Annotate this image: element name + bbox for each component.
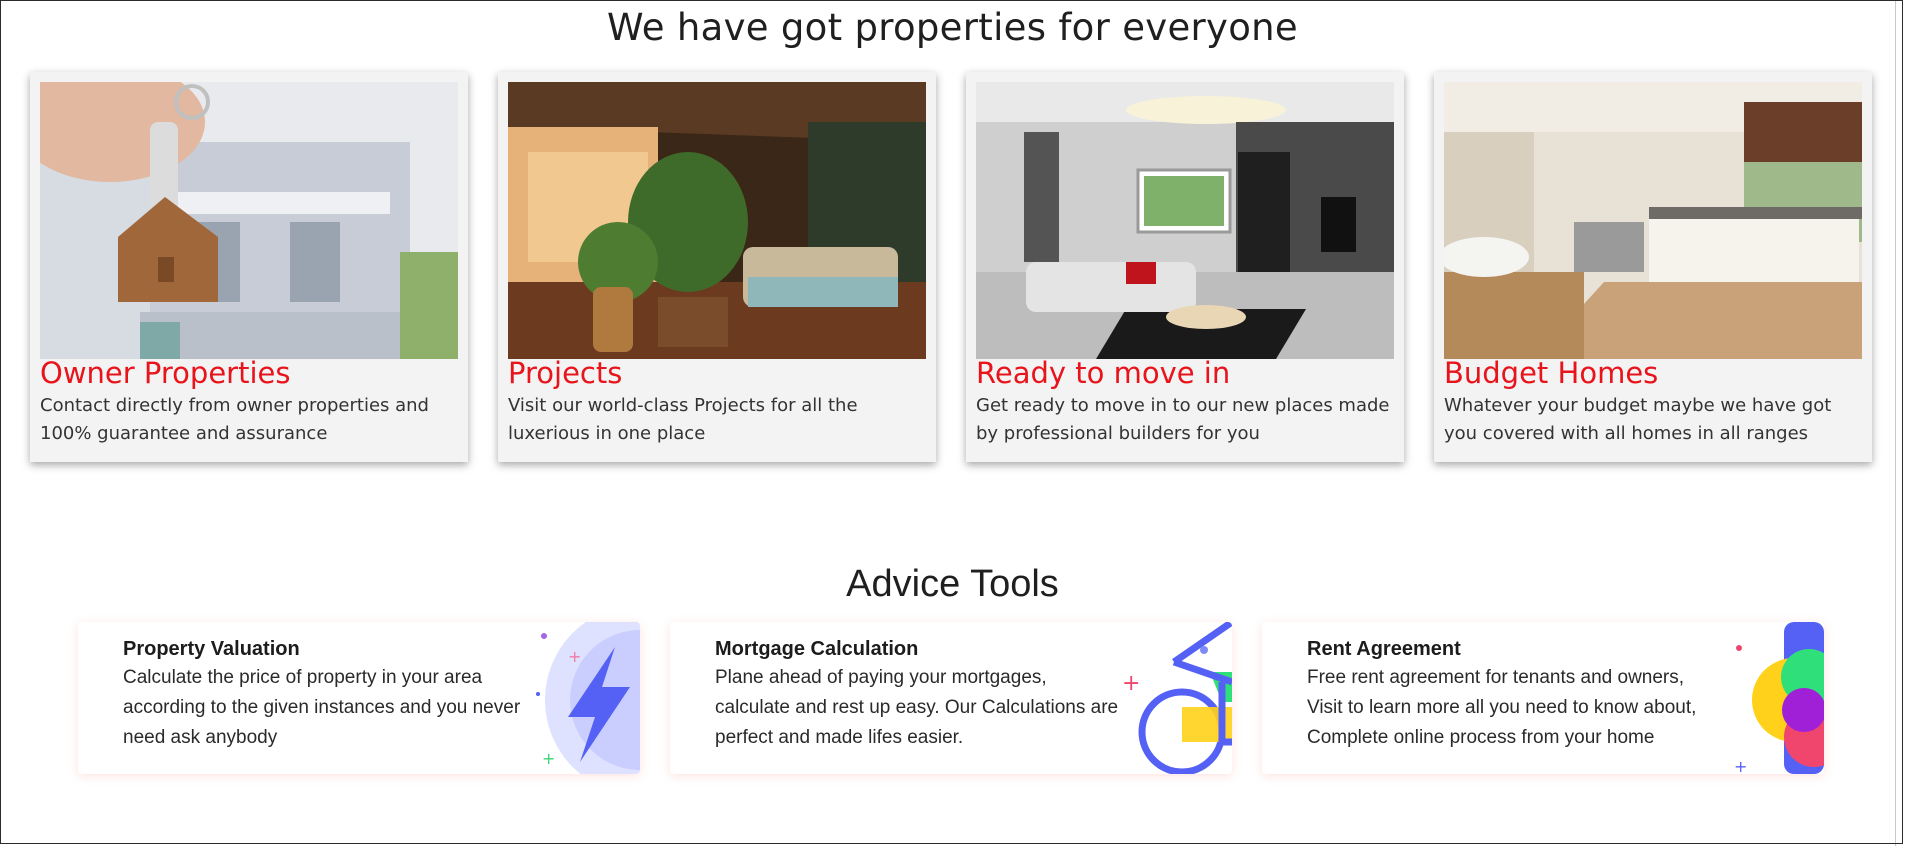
properties-section-title: We have got properties for everyone bbox=[607, 6, 1298, 49]
projects-image bbox=[508, 82, 926, 359]
property-card-owner[interactable]: Owner Properties Contact directly from o… bbox=[30, 72, 468, 462]
owner-properties-image bbox=[40, 82, 458, 359]
property-card-title: Projects bbox=[508, 356, 623, 390]
property-card-description: Whatever your budget maybe we have got y… bbox=[1444, 395, 1832, 444]
property-card-projects[interactable]: Projects Visit our world-class Projects … bbox=[498, 72, 936, 462]
svg-text:+: + bbox=[568, 647, 581, 666]
tool-card-rent-agreement[interactable]: Rent Agreement Free rent agreement for t… bbox=[1262, 622, 1824, 774]
svg-text:+: + bbox=[1734, 757, 1747, 774]
lightning-icon: + + bbox=[530, 622, 640, 774]
property-card-description: Visit our world-class Projects for all t… bbox=[508, 395, 858, 444]
bicycle-icon: + bbox=[1122, 622, 1232, 774]
tool-card-description: Free rent agreement for tenants and owne… bbox=[1307, 667, 1697, 748]
svg-text:+: + bbox=[1122, 671, 1140, 696]
tool-card-title: Property Valuation bbox=[123, 638, 300, 660]
tool-card-property-valuation[interactable]: Property Valuation Calculate the price o… bbox=[78, 622, 640, 774]
property-card-title: Budget Homes bbox=[1444, 356, 1659, 390]
property-card-budget[interactable]: Budget Homes Whatever your budget maybe … bbox=[1434, 72, 1872, 462]
ready-to-move-image bbox=[976, 82, 1394, 359]
advice-section-title: Advice Tools bbox=[846, 563, 1059, 605]
tool-card-mortgage-calculation[interactable]: Mortgage Calculation Plane ahead of payi… bbox=[670, 622, 1232, 774]
tool-card-description: Plane ahead of paying your mortgages, ca… bbox=[715, 667, 1119, 748]
property-card-title: Ready to move in bbox=[976, 356, 1231, 390]
property-card-description: Contact directly from owner properties a… bbox=[40, 395, 429, 444]
tool-card-title: Mortgage Calculation bbox=[715, 638, 919, 660]
budget-homes-image bbox=[1444, 82, 1862, 359]
property-card-title: Owner Properties bbox=[40, 356, 291, 390]
svg-text:+: + bbox=[542, 749, 555, 768]
window-scrollbar-edge bbox=[1895, 0, 1905, 846]
tool-card-description: Calculate the price of property in your … bbox=[123, 667, 521, 748]
property-card-description: Get ready to move in to our new places m… bbox=[976, 395, 1390, 444]
circles-icon: + bbox=[1714, 622, 1824, 774]
tool-card-title: Rent Agreement bbox=[1307, 638, 1461, 660]
property-card-ready[interactable]: Ready to move in Get ready to move in to… bbox=[966, 72, 1404, 462]
